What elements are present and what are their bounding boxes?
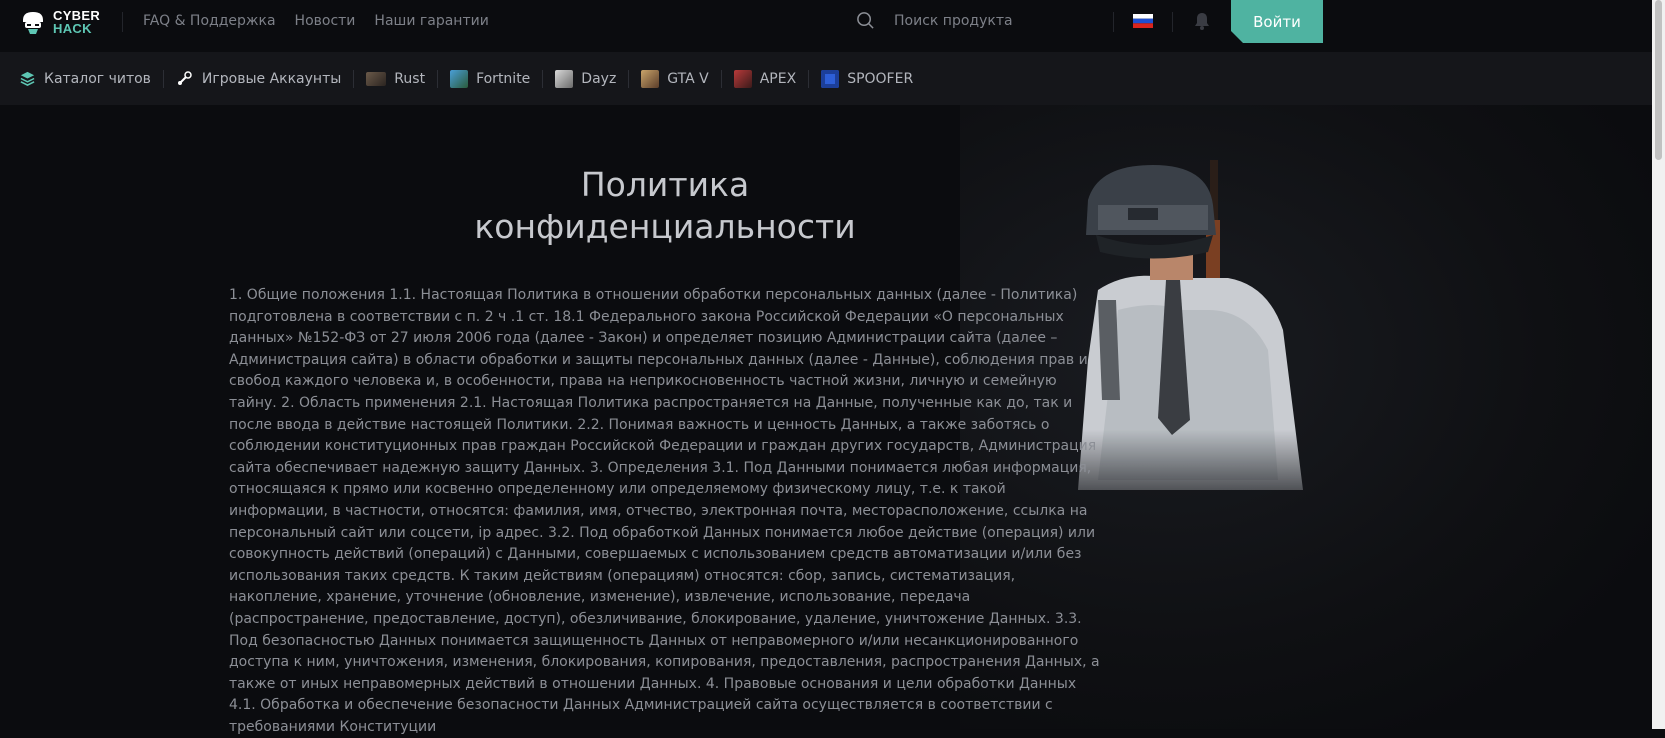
apex-game-icon — [733, 69, 752, 88]
layers-icon — [20, 71, 35, 86]
nav-link-news[interactable]: Новости — [295, 13, 356, 29]
divider — [720, 69, 722, 88]
nav-link-faq[interactable]: FAQ & Поддержка — [143, 13, 276, 29]
divider — [808, 69, 810, 88]
russia-flag-icon[interactable] — [1133, 14, 1153, 28]
spoofer-icon — [821, 69, 840, 88]
search-icon[interactable] — [856, 11, 875, 30]
category-game-accounts[interactable]: Игровые Аккаунты — [176, 70, 341, 88]
category-label: Dayz — [581, 70, 617, 87]
dayz-game-icon — [555, 69, 574, 88]
category-cheat-catalog[interactable]: Каталог читов — [19, 70, 151, 87]
category-label: GTA V — [667, 70, 709, 87]
search-input[interactable] — [892, 11, 1096, 30]
category-label: Игровые Аккаунты — [201, 70, 342, 87]
page-title-line2: конфиденциальности — [474, 207, 856, 246]
divider — [353, 69, 355, 88]
page-title-line1: Политика — [580, 165, 750, 204]
search-bar — [856, 11, 1096, 30]
category-label: Каталог читов — [44, 70, 151, 87]
category-label: Fortnite — [476, 70, 531, 87]
divider — [542, 69, 544, 88]
rust-game-icon — [366, 71, 387, 86]
category-dayz[interactable]: Dayz — [555, 69, 617, 88]
fortnite-game-icon — [450, 69, 469, 88]
page-scrollbar[interactable] — [1652, 0, 1665, 729]
privacy-policy-text: 1. Общие положения 1.1. Настоящая Полити… — [229, 287, 1100, 735]
category-bar: Каталог читов Игровые Аккаунты Rust Fort… — [0, 52, 1652, 105]
login-button[interactable]: Войти — [1231, 0, 1323, 43]
category-rust[interactable]: Rust — [366, 71, 425, 87]
category-gtav[interactable]: GTA V — [641, 69, 709, 88]
steam-icon — [177, 70, 192, 85]
page-title: Политика конфиденциальности — [330, 164, 1000, 248]
divider — [1172, 12, 1173, 32]
category-fortnite[interactable]: Fortnite — [450, 69, 531, 88]
top-nav-links: FAQ & Поддержка Новости Наши гарантии — [143, 13, 489, 29]
category-label: SPOOFER — [847, 70, 914, 87]
divider — [1113, 12, 1114, 32]
site-logo[interactable]: CYBER HACK — [19, 8, 119, 36]
divider — [122, 12, 123, 32]
cyberhack-logo-icon — [23, 12, 43, 34]
category-label: APEX — [759, 70, 797, 87]
scrollbar-thumb[interactable] — [1655, 0, 1662, 160]
top-navbar: CYBER HACK FAQ & Поддержка Новости Наши … — [0, 0, 1652, 43]
category-label: Rust — [394, 70, 426, 87]
gtav-game-icon — [641, 69, 660, 88]
divider — [162, 69, 164, 88]
divider — [437, 69, 439, 88]
category-apex[interactable]: APEX — [733, 69, 797, 88]
nav-link-guarantees[interactable]: Наши гарантии — [374, 13, 488, 29]
category-spoofer[interactable]: SPOOFER — [821, 69, 914, 88]
notification-bell-icon[interactable] — [1193, 11, 1211, 31]
logo-line2: HACK — [53, 21, 92, 36]
divider — [628, 69, 630, 88]
